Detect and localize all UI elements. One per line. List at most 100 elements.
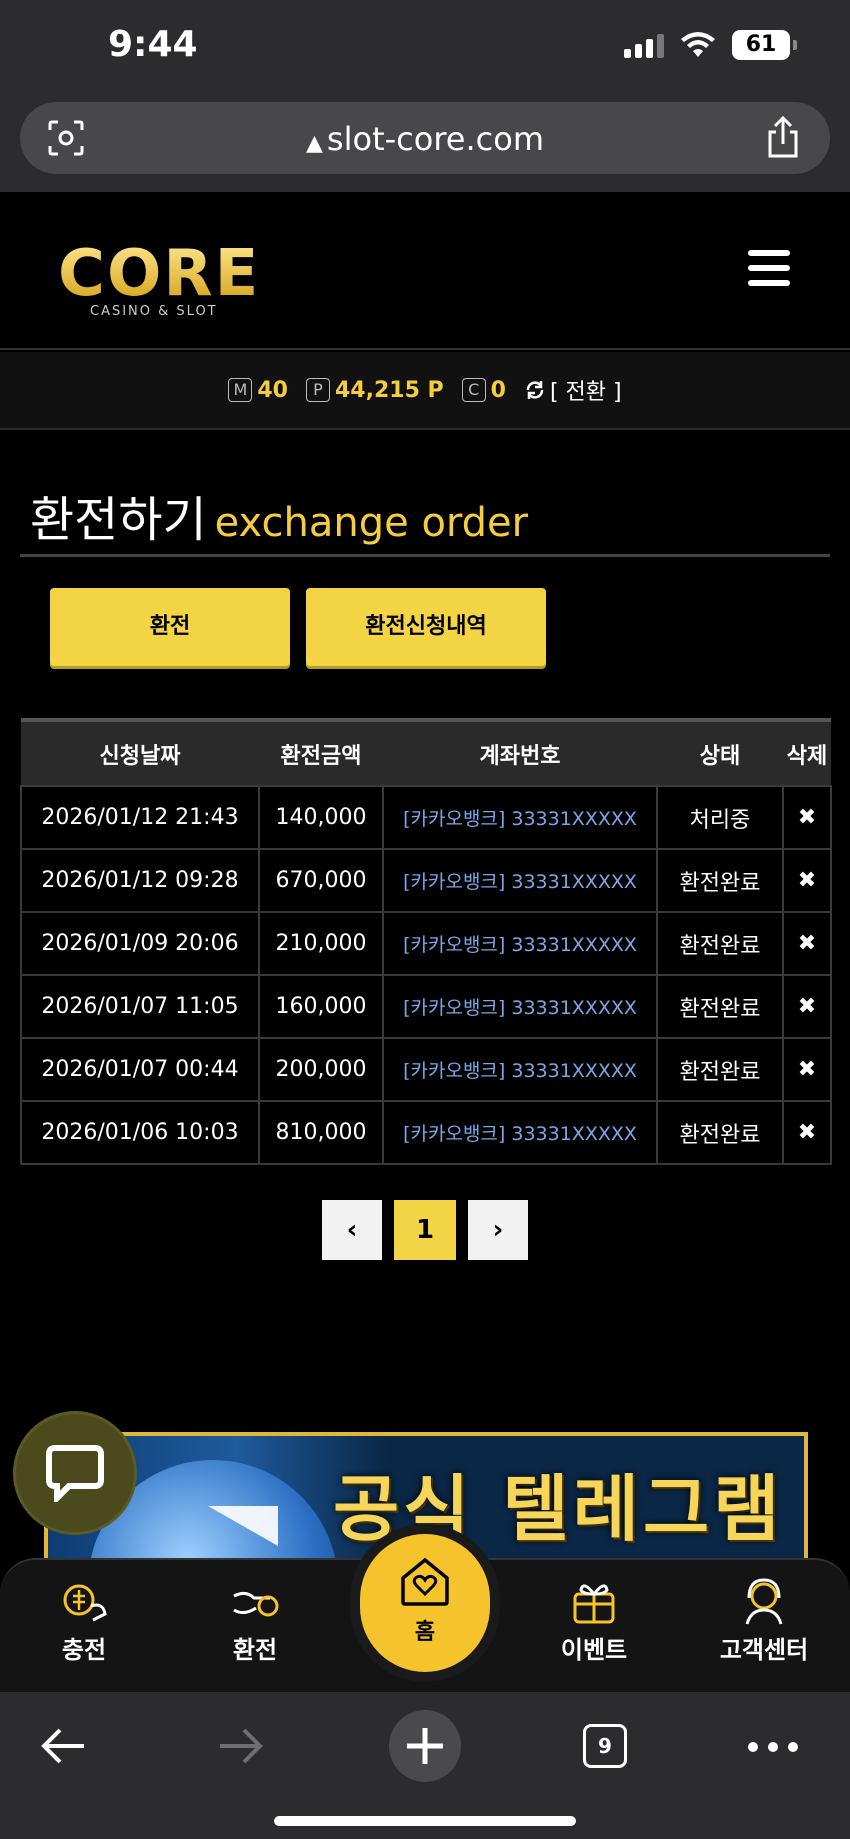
site-logo[interactable]: CORE CASINO & SLOT xyxy=(58,242,260,319)
cell-status: 환전완료 xyxy=(656,974,784,1039)
cell-date: 2026/01/12 21:43 xyxy=(20,785,260,850)
battery-icon: 61 xyxy=(732,30,797,60)
table-row: 2026/01/12 09:28 670,000 [카카오뱅크] 33331XX… xyxy=(20,848,832,913)
table-row: 2026/01/06 10:03 810,000 [카카오뱅크] 33331XX… xyxy=(20,1100,832,1165)
exchange-history-button[interactable]: 환전신청내역 xyxy=(306,588,546,666)
point-balance: P 44,215 P xyxy=(305,377,444,403)
tab-home-label: 홈 xyxy=(414,1620,436,1645)
exchange-icon xyxy=(233,1591,279,1617)
delete-icon[interactable]: ✖ xyxy=(798,1120,816,1145)
refresh-icon xyxy=(526,381,544,399)
table-row: 2026/01/07 11:05 160,000 [카카오뱅크] 33331XX… xyxy=(20,974,832,1039)
cell-date: 2026/01/07 11:05 xyxy=(20,974,260,1039)
delete-icon[interactable]: ✖ xyxy=(798,868,816,893)
point-badge-icon: P xyxy=(305,378,330,402)
cell-status: 환전완료 xyxy=(656,911,784,976)
tab-event[interactable]: 이벤트 xyxy=(534,1576,654,1665)
convert-button[interactable]: [ 전환 ] xyxy=(524,374,622,406)
exchange-table: 신청날짜 환전금액 계좌번호 상태 삭제 2026/01/12 21:43 14… xyxy=(20,718,832,1165)
header-status: 상태 xyxy=(657,718,783,786)
tab-support[interactable]: 고객센터 xyxy=(704,1576,824,1665)
cell-date: 2026/01/06 10:03 xyxy=(20,1100,260,1165)
header-account: 계좌번호 xyxy=(383,718,657,786)
cell-account: [카카오뱅크] 33331XXXXX xyxy=(382,1037,658,1102)
url-text: slot-core.com xyxy=(326,120,544,158)
table-row: 2026/01/12 21:43 140,000 [카카오뱅크] 33331XX… xyxy=(20,785,832,850)
cell-date: 2026/01/07 00:44 xyxy=(20,1037,260,1102)
next-page-button[interactable]: › xyxy=(468,1200,528,1260)
tab-charge[interactable]: 충전 xyxy=(24,1576,144,1665)
home-heart-icon xyxy=(401,1557,449,1606)
cell-status: 환전완료 xyxy=(656,848,784,913)
cell-amount: 200,000 xyxy=(258,1037,384,1102)
cell-account: [카카오뱅크] 33331XXXXX xyxy=(382,974,658,1039)
cell-amount: 210,000 xyxy=(258,911,384,976)
more-options-icon[interactable] xyxy=(748,1742,798,1752)
delete-icon[interactable]: ✖ xyxy=(798,994,816,1019)
table-row: 2026/01/07 00:44 200,000 [카카오뱅크] 33331XX… xyxy=(20,1037,832,1102)
tab-charge-label: 충전 xyxy=(61,1636,107,1664)
live-chat-button[interactable] xyxy=(16,1414,134,1532)
page-number-current[interactable]: 1 xyxy=(394,1200,456,1260)
chat-bubble-icon xyxy=(46,1445,104,1502)
header-date: 신청날짜 xyxy=(21,718,259,786)
status-bar: 9:44 61 xyxy=(0,0,850,100)
tabs-overview-button[interactable]: 9 xyxy=(583,1724,627,1768)
url-display[interactable]: ▲ slot-core.com xyxy=(20,120,830,158)
status-icons: 61 xyxy=(624,30,797,60)
cell-account: [카카오뱅크] 33331XXXXX xyxy=(382,785,658,850)
table-row: 2026/01/09 20:06 210,000 [카카오뱅크] 33331XX… xyxy=(20,911,832,976)
page-title-english: exchange order xyxy=(214,500,529,546)
balance-bar: M 40 P 44,215 P C 0 [ 전환 ] xyxy=(0,352,850,430)
header-delete: 삭제 xyxy=(783,718,831,786)
paper-plane-icon xyxy=(168,1506,278,1546)
cell-amount: 670,000 xyxy=(258,848,384,913)
back-arrow-icon[interactable] xyxy=(40,1724,86,1768)
delete-icon[interactable]: ✖ xyxy=(798,805,816,830)
share-icon[interactable] xyxy=(764,116,802,158)
tab-exchange[interactable]: 환전 xyxy=(195,1576,315,1665)
delete-icon[interactable]: ✖ xyxy=(798,931,816,956)
address-bar[interactable]: ▲ slot-core.com xyxy=(20,102,830,174)
cell-date: 2026/01/12 09:28 xyxy=(20,848,260,913)
table-header-row: 신청날짜 환전금액 계좌번호 상태 삭제 xyxy=(21,718,831,786)
cell-date: 2026/01/09 20:06 xyxy=(20,911,260,976)
tab-support-label: 고객센터 xyxy=(719,1636,809,1664)
wifi-icon xyxy=(681,32,715,57)
title-divider xyxy=(20,554,830,557)
cell-amount: 160,000 xyxy=(258,974,384,1039)
header-amount: 환전금액 xyxy=(259,718,383,786)
logo-main-text: CORE xyxy=(58,237,261,311)
signal-icon xyxy=(624,32,664,58)
browser-toolbar: ▲ slot-core.com xyxy=(0,100,850,192)
pagination: ‹ 1 › xyxy=(0,1200,850,1260)
money-balance: M 40 xyxy=(228,378,288,403)
cell-status: 처리중 xyxy=(656,785,784,850)
tab-exchange-label: 환전 xyxy=(232,1636,278,1664)
casino-badge-icon: C xyxy=(461,378,486,402)
hamburger-menu-icon[interactable] xyxy=(748,250,790,286)
gift-icon xyxy=(573,1584,615,1624)
tab-home[interactable]: 홈 xyxy=(360,1534,490,1672)
cell-amount: 140,000 xyxy=(258,785,384,850)
convert-label: [ 전환 ] xyxy=(549,380,622,405)
exchange-button[interactable]: 환전 xyxy=(50,588,290,666)
casino-value: 0 xyxy=(490,377,506,403)
new-tab-button[interactable] xyxy=(389,1710,461,1782)
cell-account: [카카오뱅크] 33331XXXXX xyxy=(382,848,658,913)
money-badge-icon: M xyxy=(228,378,253,402)
forward-arrow-icon[interactable] xyxy=(218,1724,264,1768)
plus-icon xyxy=(407,1728,443,1764)
prev-page-button[interactable]: ‹ xyxy=(322,1200,382,1260)
cell-status: 환전완료 xyxy=(656,1100,784,1165)
cell-status: 환전완료 xyxy=(656,1037,784,1102)
page-title: 환전하기 exchange order xyxy=(30,480,528,550)
site-header: CORE CASINO & SLOT xyxy=(0,192,850,350)
headset-icon xyxy=(745,1578,783,1625)
cell-amount: 810,000 xyxy=(258,1100,384,1165)
money-value: 40 xyxy=(257,377,288,403)
point-value: 44,215 P xyxy=(334,377,444,403)
cell-account: [카카오뱅크] 33331XXXXX xyxy=(382,1100,658,1165)
cell-account: [카카오뱅크] 33331XXXXX xyxy=(382,911,658,976)
delete-icon[interactable]: ✖ xyxy=(798,1057,816,1082)
